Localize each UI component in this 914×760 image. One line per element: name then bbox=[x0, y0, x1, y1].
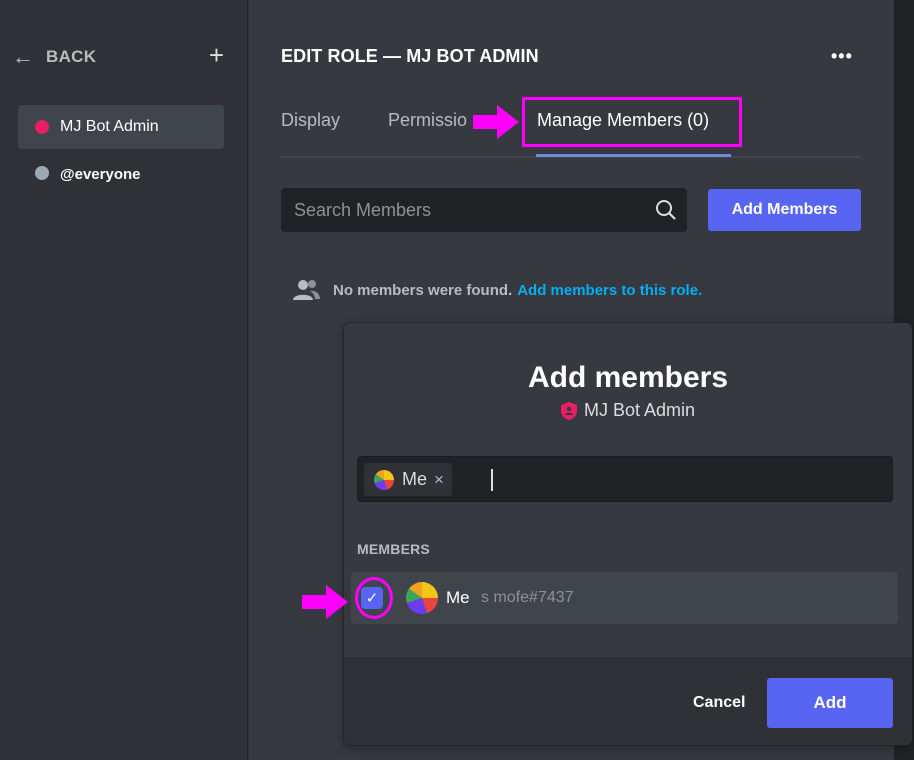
role-color-dot bbox=[35, 166, 49, 180]
search-members-input[interactable]: Search Members bbox=[281, 188, 687, 232]
cancel-button[interactable]: Cancel bbox=[693, 694, 745, 712]
chip-label: Me bbox=[402, 469, 428, 489]
role-item-mj-bot-admin[interactable]: MJ Bot Admin bbox=[18, 105, 224, 149]
empty-state: No members were found. Add members to th… bbox=[291, 278, 702, 302]
role-name: MJ Bot Admin bbox=[60, 118, 159, 135]
pointer-arrow-icon bbox=[473, 105, 519, 139]
add-role-icon[interactable]: + bbox=[209, 42, 224, 68]
pointer-arrow-icon bbox=[302, 585, 348, 619]
members-icon bbox=[293, 280, 320, 300]
highlight-circle bbox=[355, 577, 393, 619]
back-arrow-icon[interactable]: ← bbox=[12, 46, 36, 68]
add-members-modal: Add members MJ Bot Admin Me × MEMBERS ✓ … bbox=[344, 323, 912, 745]
role-shield-icon bbox=[560, 401, 577, 420]
search-icon bbox=[656, 200, 676, 220]
selected-member-chip[interactable]: Me × bbox=[364, 463, 452, 496]
add-members-link[interactable]: Add members to this role. bbox=[517, 282, 702, 299]
empty-message: No members were found. bbox=[333, 281, 513, 299]
members-heading: MEMBERS bbox=[357, 541, 430, 557]
search-placeholder: Search Members bbox=[294, 200, 432, 220]
add-button[interactable]: Add bbox=[767, 678, 893, 728]
add-members-button[interactable]: Add Members bbox=[708, 189, 861, 231]
role-sidebar: ← BACK + MJ Bot Admin @everyone bbox=[0, 0, 248, 760]
role-color-dot bbox=[35, 120, 49, 134]
more-options-icon[interactable]: ••• bbox=[831, 46, 853, 67]
member-select-input[interactable]: Me × bbox=[357, 456, 893, 502]
text-caret bbox=[491, 469, 493, 491]
avatar bbox=[406, 582, 438, 614]
member-tag: s mofe#7437 bbox=[481, 589, 574, 606]
back-button[interactable]: BACK bbox=[46, 47, 96, 67]
role-item-everyone[interactable]: @everyone bbox=[18, 152, 224, 196]
avatar bbox=[374, 469, 394, 490]
modal-title: Add members bbox=[527, 361, 729, 394]
remove-chip-icon[interactable]: × bbox=[434, 470, 444, 490]
role-name: @everyone bbox=[60, 166, 141, 183]
back-row[interactable]: ← BACK + bbox=[12, 42, 226, 70]
modal-subtitle: MJ Bot Admin bbox=[344, 400, 912, 421]
page-title: EDIT ROLE — MJ BOT ADMIN bbox=[281, 46, 539, 66]
list-item[interactable]: ✓ Me s mofe#7437 bbox=[351, 572, 898, 624]
active-tab-indicator bbox=[536, 154, 731, 157]
member-name: Me bbox=[446, 588, 470, 607]
modal-role-name: MJ Bot Admin bbox=[583, 400, 696, 420]
tab-display[interactable]: Display bbox=[281, 110, 340, 131]
highlight-box bbox=[522, 97, 742, 147]
tab-permissions[interactable]: Permissio bbox=[388, 110, 467, 131]
